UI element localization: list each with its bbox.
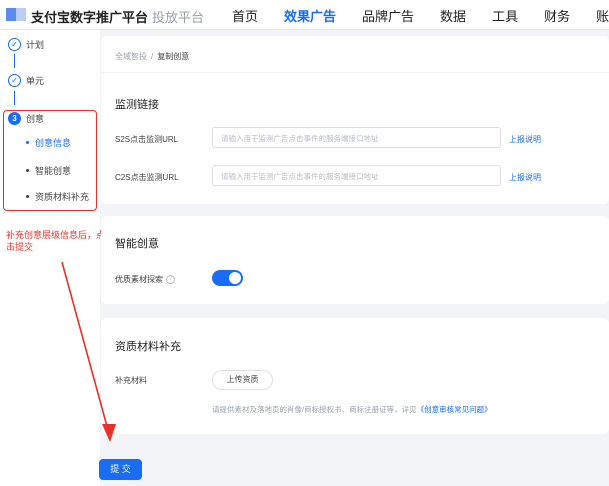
nav-finance[interactable]: 财务 — [544, 6, 570, 25]
breadcrumb-current: 复制创意 — [157, 52, 190, 61]
breadcrumb: 全域智投 / 复制创意 — [115, 52, 190, 61]
check-icon: ✓ — [8, 74, 21, 87]
step-connector — [14, 91, 15, 105]
c2s-url-label: C2S点击监测URL — [115, 173, 179, 182]
nav-account[interactable]: 账户 — [596, 6, 609, 25]
supplement-material-label: 补充材料 — [115, 376, 147, 385]
check-icon: ✓ — [8, 38, 21, 51]
nav-brand-ads[interactable]: 品牌广告 — [362, 6, 414, 25]
step-sidebar — [0, 30, 100, 486]
monitoring-section-title: 监测链接 — [115, 99, 159, 111]
step-plan[interactable]: ✓ 计划 — [8, 38, 44, 51]
main-nav: 首页 效果广告 品牌广告 数据 工具 财务 账户 — [232, 6, 609, 25]
s2s-url-label: S2S点击监测URL — [115, 135, 179, 144]
s2s-url-input[interactable]: 请输入用于监测广告点击事件的服务端接口地址 — [212, 127, 501, 148]
nav-tools[interactable]: 工具 — [492, 6, 518, 25]
qualification-title: 资质材料补充 — [115, 341, 181, 353]
nav-home[interactable]: 首页 — [232, 6, 258, 25]
divider — [101, 72, 609, 73]
quality-material-explore-toggle[interactable] — [212, 270, 243, 286]
step-unit[interactable]: ✓ 单元 — [8, 74, 44, 87]
upload-qualification-button[interactable]: 上传资质 — [212, 370, 273, 390]
breadcrumb-parent[interactable]: 全域智投 — [115, 52, 147, 61]
toggle-knob — [229, 272, 241, 284]
platform-switch-label[interactable]: 投放平台 — [152, 7, 204, 26]
step-connector — [14, 54, 15, 68]
nav-performance-ads[interactable]: 效果广告 — [284, 6, 336, 25]
submit-button[interactable]: 提 交 — [99, 459, 142, 480]
annotation-text: 补充创意层级信息后，点击提交 — [6, 230, 106, 252]
quality-material-explore-label: 优质素材探索? — [115, 274, 175, 285]
review-faq-link[interactable]: 《创意审核常见问题》 — [417, 405, 492, 414]
nav-data[interactable]: 数据 — [440, 6, 466, 25]
brand-title: 支付宝数字推广平台 — [31, 10, 149, 25]
help-icon[interactable]: ? — [166, 275, 175, 285]
c2s-report-help-link[interactable]: 上报说明 — [509, 172, 541, 183]
step-plan-label: 计划 — [26, 40, 45, 50]
platform-logo-icon — [6, 8, 26, 21]
c2s-url-input[interactable]: 请输入用于监测广告点击事件的服务端接口地址 — [212, 165, 501, 186]
qualification-card — [101, 318, 609, 434]
s2s-report-help-link[interactable]: 上报说明 — [509, 134, 541, 145]
smart-creative-title: 智能创意 — [115, 238, 159, 250]
top-navigation-bar: 支付宝数字推广平台 投放平台 首页 效果广告 品牌广告 数据 工具 财务 账户 — [0, 0, 609, 30]
annotation-highlight-box — [3, 110, 97, 211]
qualification-note: 请提供素材及落地页的肖像/商标授权书、商标注册证等，详见《创意审核常见问题》 — [212, 405, 492, 414]
step-unit-label: 单元 — [26, 76, 45, 86]
smart-creative-card — [101, 216, 609, 304]
